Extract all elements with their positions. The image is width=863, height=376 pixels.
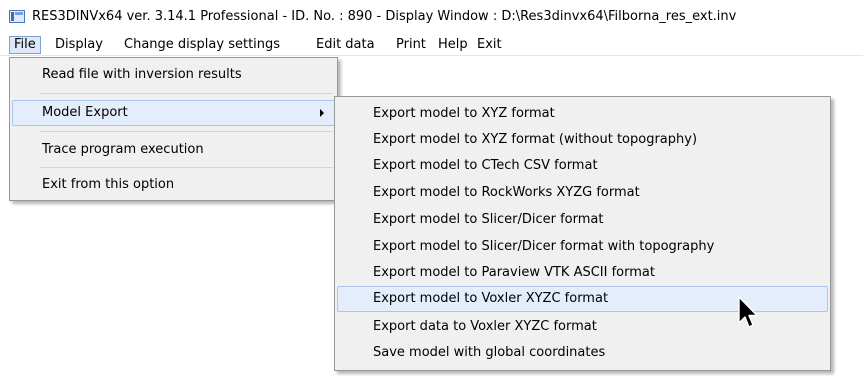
submenu-item-xyz[interactable]: Export model to XYZ format — [337, 101, 828, 127]
submenu-item-paraview-vtk[interactable]: Export model to Paraview VTK ASCII forma… — [337, 260, 828, 286]
submenu-item-slicer-dicer[interactable]: Export model to Slicer/Dicer format — [337, 207, 828, 233]
submenu-item-xyz-no-topo[interactable]: Export model to XYZ format (without topo… — [337, 127, 828, 153]
submenu-item-ctech-csv[interactable]: Export model to CTech CSV format — [337, 153, 828, 179]
title-bar: RES3DINVx64 ver. 3.14.1 Professional - I… — [0, 0, 863, 34]
menu-display[interactable]: Display — [51, 36, 107, 54]
file-dropdown-menu: Read file with inversion results Model E… — [9, 57, 338, 201]
submenu-arrow-icon — [320, 109, 324, 117]
submenu-item-slicer-dicer-topo[interactable]: Export model to Slicer/Dicer format with… — [337, 234, 828, 260]
menu-print[interactable]: Print — [392, 36, 430, 54]
menu-help[interactable]: Help — [434, 36, 472, 54]
menu-separator — [40, 93, 333, 94]
mouse-pointer-icon — [738, 296, 758, 328]
menu-change-display-settings[interactable]: Change display settings — [120, 36, 284, 54]
window-title: RES3DINVx64 ver. 3.14.1 Professional - I… — [32, 9, 737, 24]
app-window-icon — [9, 10, 25, 23]
menu-item-label: Model Export — [42, 105, 128, 120]
menu-separator — [40, 131, 333, 132]
menu-edit-data[interactable]: Edit data — [312, 36, 379, 54]
menu-item-trace-execution[interactable]: Trace program execution — [12, 137, 335, 163]
menu-item-read-file[interactable]: Read file with inversion results — [12, 62, 335, 88]
menu-bar: File Display Change display settings Edi… — [0, 34, 863, 56]
menu-file[interactable]: File — [9, 36, 41, 54]
submenu-item-rockworks[interactable]: Export model to RockWorks XYZG format — [337, 180, 828, 206]
menu-item-exit-option[interactable]: Exit from this option — [12, 172, 335, 198]
menu-separator — [40, 167, 333, 168]
submenu-item-global-coords[interactable]: Save model with global coordinates — [337, 340, 828, 366]
menu-item-model-export[interactable]: Model Export — [12, 100, 335, 126]
menu-exit[interactable]: Exit — [473, 36, 506, 54]
